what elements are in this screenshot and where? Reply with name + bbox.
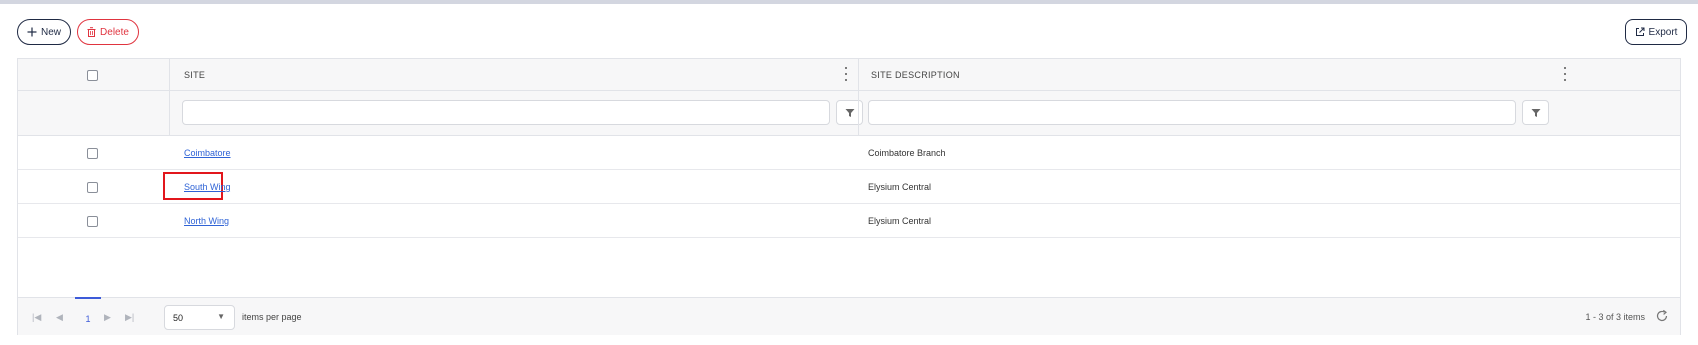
refresh-icon[interactable] bbox=[1655, 309, 1669, 323]
delete-button[interactable]: Delete bbox=[77, 19, 139, 45]
grid-header-row: SITE SITE DESCRIPTION bbox=[18, 59, 1680, 91]
table-row: South Wing Elysium Central bbox=[18, 170, 1680, 204]
filter-icon bbox=[1531, 108, 1540, 117]
column-separator bbox=[858, 91, 859, 135]
caret-down-icon: ▼ bbox=[217, 312, 225, 321]
site-link[interactable]: North Wing bbox=[184, 216, 229, 226]
trash-icon bbox=[87, 27, 96, 37]
last-page-icon[interactable]: ▶| bbox=[125, 312, 134, 323]
site-description-filter-input[interactable] bbox=[868, 100, 1516, 125]
delete-button-label: Delete bbox=[100, 26, 129, 38]
column-header-site-description[interactable]: SITE DESCRIPTION bbox=[871, 70, 960, 80]
column-separator bbox=[169, 91, 170, 135]
site-description-cell: Elysium Central bbox=[868, 216, 932, 226]
column-header-site[interactable]: SITE bbox=[184, 70, 205, 80]
site-description-cell: Elysium Central bbox=[868, 182, 932, 192]
pager-range-info: 1 - 3 of 3 items bbox=[1585, 312, 1645, 322]
plus-icon bbox=[27, 27, 37, 37]
sites-grid: SITE SITE DESCRIPTION Coimbatore Coimbat… bbox=[17, 58, 1681, 335]
table-row: Coimbatore Coimbatore Branch bbox=[18, 136, 1680, 170]
export-button[interactable]: Export bbox=[1625, 19, 1687, 45]
page-size-label: items per page bbox=[242, 312, 302, 322]
grid-pager: |◀ ◀ 1 ▶ ▶| 50 ▼ items per page 1 - 3 of… bbox=[18, 297, 1680, 335]
new-button[interactable]: New bbox=[17, 19, 71, 45]
row-checkbox[interactable] bbox=[87, 216, 98, 227]
site-link[interactable]: Coimbatore bbox=[184, 148, 231, 158]
row-checkbox[interactable] bbox=[87, 148, 98, 159]
export-button-label: Export bbox=[1648, 26, 1678, 38]
select-all-checkbox[interactable] bbox=[87, 70, 98, 81]
site-filter-input[interactable] bbox=[182, 100, 830, 125]
table-row: North Wing Elysium Central bbox=[18, 204, 1680, 238]
site-link[interactable]: South Wing bbox=[184, 182, 231, 192]
external-link-icon bbox=[1635, 27, 1645, 36]
next-page-icon[interactable]: ▶ bbox=[104, 312, 111, 323]
page-size-select[interactable]: 50 ▼ bbox=[164, 305, 235, 330]
first-page-icon[interactable]: |◀ bbox=[32, 312, 41, 323]
site-description-column-menu-icon[interactable] bbox=[1562, 67, 1568, 81]
grid-toolbar: New Delete Export bbox=[17, 19, 1687, 45]
filter-icon bbox=[845, 108, 854, 117]
top-strip bbox=[0, 0, 1698, 4]
new-button-label: New bbox=[40, 26, 61, 38]
column-separator bbox=[858, 59, 859, 90]
grid-filter-row bbox=[18, 91, 1680, 136]
page-size-value: 50 bbox=[173, 313, 184, 323]
site-column-menu-icon[interactable] bbox=[843, 67, 849, 81]
previous-page-icon[interactable]: ◀ bbox=[56, 312, 63, 323]
page-number-button[interactable]: 1 bbox=[75, 297, 101, 336]
row-checkbox[interactable] bbox=[87, 182, 98, 193]
site-description-filter-button[interactable] bbox=[1522, 100, 1549, 125]
site-description-cell: Coimbatore Branch bbox=[868, 148, 946, 158]
column-separator bbox=[169, 59, 170, 90]
